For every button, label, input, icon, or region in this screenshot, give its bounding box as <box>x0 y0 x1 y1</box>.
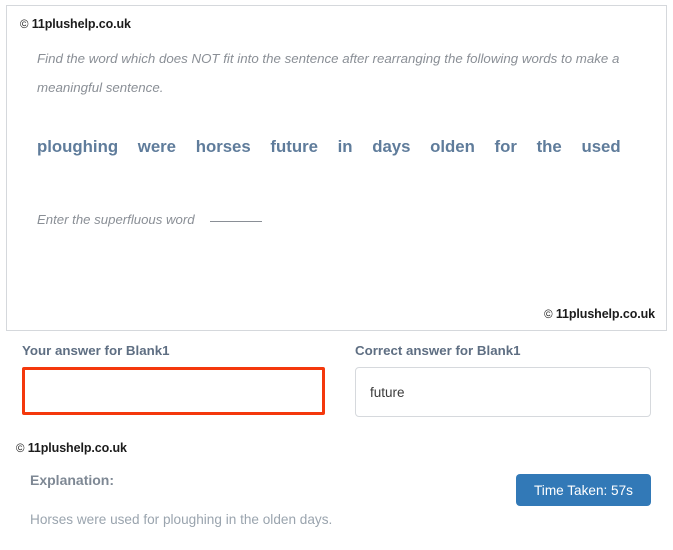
correct-answer-value: future <box>370 384 405 400</box>
copyright-explanation-text: 11plushelp.co.uk <box>27 441 127 455</box>
your-answer-label: Your answer for Blank1 <box>22 343 170 358</box>
superfluous-word-prompt: Enter the superfluous word <box>37 212 263 227</box>
question-instruction: Find the word which does NOT fit into th… <box>37 51 620 95</box>
word-item: used <box>581 137 621 156</box>
word-item: the <box>536 137 562 156</box>
time-taken-badge[interactable]: Time Taken: 57s <box>516 474 651 506</box>
blank-underline <box>210 221 263 222</box>
superfluous-prompt-text: Enter the superfluous word <box>37 212 195 227</box>
word-item: were <box>137 137 177 156</box>
your-answer-input[interactable] <box>22 367 325 415</box>
word-item: ploughing <box>37 137 119 156</box>
copyright-card-bottom: © 11plushelp.co.uk <box>544 307 655 321</box>
copyright-symbol-icon: © <box>16 443 25 455</box>
copyright-card-bottom-text: 11plushelp.co.uk <box>555 307 655 321</box>
word-item: future <box>270 137 318 156</box>
explanation-text: Horses were used for ploughing in the ol… <box>30 512 333 527</box>
word-item: for <box>494 137 517 156</box>
copyright-explanation: © 11plushelp.co.uk <box>16 441 127 455</box>
copyright-top-text: 11plushelp.co.uk <box>31 17 131 31</box>
copyright-symbol-icon: © <box>544 309 553 321</box>
explanation-title: Explanation: <box>30 472 115 488</box>
word-item: olden <box>430 137 475 156</box>
word-item: in <box>337 137 353 156</box>
copyright-symbol-icon: © <box>20 19 29 31</box>
question-card: © 11plushelp.co.uk Find the word which d… <box>6 5 667 331</box>
correct-answer-field: future <box>355 367 651 417</box>
word-item: days <box>372 137 411 156</box>
correct-answer-label: Correct answer for Blank1 <box>355 343 521 358</box>
copyright-top: © 11plushelp.co.uk <box>20 17 131 31</box>
scrambled-word-list: ploughing were horses future in days old… <box>37 137 647 157</box>
word-item: horses <box>195 137 251 156</box>
